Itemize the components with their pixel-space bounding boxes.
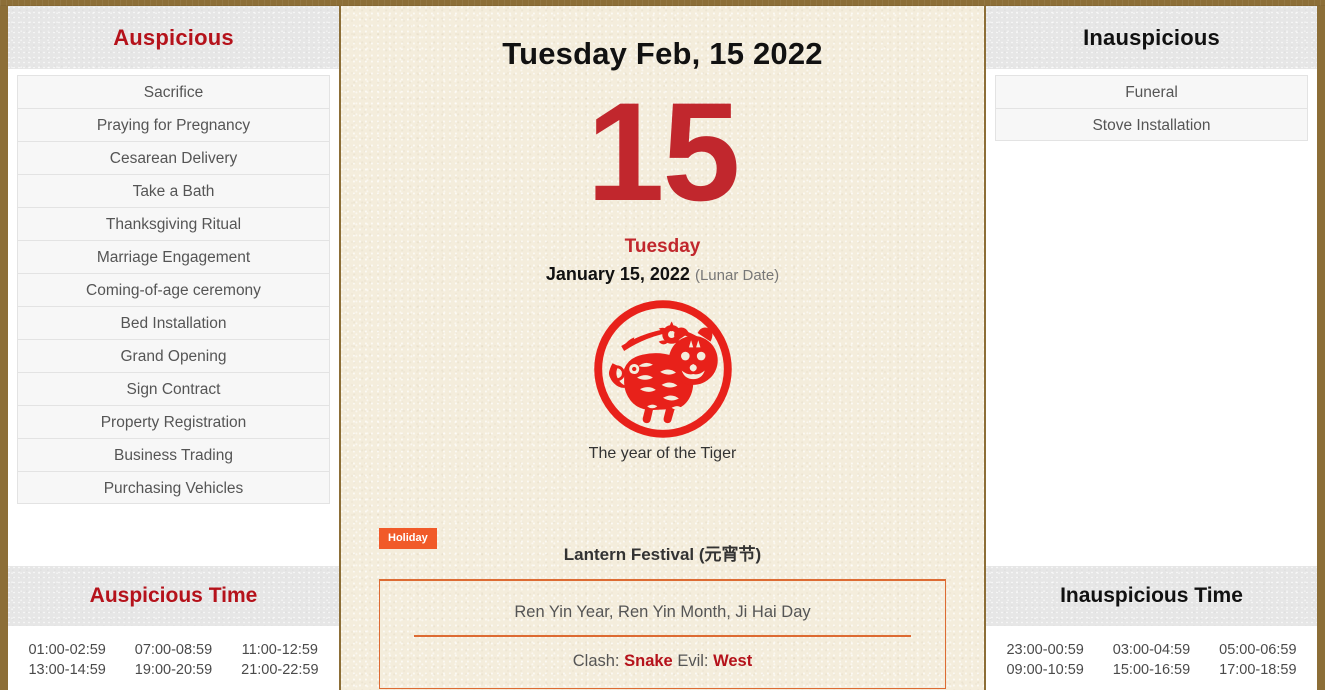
clash-value: Snake xyxy=(624,651,673,670)
time-slot: 13:00-14:59 xyxy=(28,662,106,678)
date-detail-panel: Tuesday Feb, 15 2022 15 Tuesday January … xyxy=(339,6,986,690)
list-item[interactable]: Thanksgiving Ritual xyxy=(17,207,330,240)
list-item[interactable]: Sacrifice xyxy=(17,75,330,108)
panel-spacer xyxy=(8,504,339,566)
list-item[interactable]: Coming-of-age ceremony xyxy=(17,273,330,306)
festival-header: Holiday Lantern Festival (元宵节) xyxy=(379,525,946,581)
tiger-papercut-icon xyxy=(593,300,732,438)
time-slot: 03:00-04:59 xyxy=(1112,642,1191,658)
time-slot: 15:00-16:59 xyxy=(1112,662,1191,678)
auspicious-panel: Auspicious Sacrifice Praying for Pregnan… xyxy=(0,6,339,690)
panel-spacer xyxy=(986,141,1317,566)
inauspicious-time-grid: 23:00-00:59 03:00-04:59 05:00-06:59 09:0… xyxy=(986,626,1317,690)
auspicious-header: Auspicious xyxy=(8,6,339,69)
time-slot: 07:00-08:59 xyxy=(134,642,213,658)
list-item[interactable]: Marriage Engagement xyxy=(17,240,330,273)
list-item[interactable]: Business Trading xyxy=(17,438,330,471)
holiday-badge: Holiday xyxy=(379,528,437,549)
inauspicious-list: Funeral Stove Installation xyxy=(986,75,1317,141)
lunar-date-line: January 15, 2022 (Lunar Date) xyxy=(341,264,984,285)
weekday-label: Tuesday xyxy=(624,236,701,257)
festival-name: Lantern Festival (元宵节) xyxy=(563,544,762,564)
list-item[interactable]: Praying for Pregnancy xyxy=(17,108,330,141)
festival-body: Ren Yin Year, Ren Yin Month, Ji Hai Day … xyxy=(379,581,946,689)
zodiac-caption: The year of the Tiger xyxy=(588,445,737,462)
time-slot: 01:00-02:59 xyxy=(28,642,106,658)
lunar-date-value: January 15, 2022 xyxy=(545,264,690,284)
festival-card: Holiday Lantern Festival (元宵节) Ren Yin Y… xyxy=(379,525,946,689)
time-slot: 11:00-12:59 xyxy=(241,642,318,658)
evil-label: Evil: xyxy=(677,651,709,670)
time-slot: 23:00-00:59 xyxy=(1006,642,1084,658)
list-item[interactable]: Take a Bath xyxy=(17,174,330,207)
time-slot: 05:00-06:59 xyxy=(1219,642,1297,658)
ganzhi-text: Ren Yin Year, Ren Yin Month, Ji Hai Day xyxy=(514,602,811,621)
list-item[interactable]: Funeral xyxy=(995,75,1308,108)
list-item[interactable]: Purchasing Vehicles xyxy=(17,471,330,504)
clash-evil-line: Clash: Snake Evil: West xyxy=(573,637,752,681)
list-item[interactable]: Stove Installation xyxy=(995,108,1308,141)
inauspicious-time-header: Inauspicious Time xyxy=(986,566,1317,626)
list-item[interactable]: Sign Contract xyxy=(17,372,330,405)
lunar-date-tag: (Lunar Date) xyxy=(694,267,780,284)
zodiac-image-wrap xyxy=(341,297,984,441)
day-number: 15 xyxy=(586,73,741,230)
evil-value: West xyxy=(713,651,753,670)
auspicious-time-grid: 01:00-02:59 07:00-08:59 11:00-12:59 13:0… xyxy=(8,626,339,690)
inauspicious-panel: Inauspicious Funeral Stove Installation … xyxy=(986,6,1325,690)
time-slot: 09:00-10:59 xyxy=(1006,662,1084,678)
list-item[interactable]: Grand Opening xyxy=(17,339,330,372)
time-slot: 17:00-18:59 xyxy=(1219,662,1297,678)
page-title: Tuesday Feb, 15 2022 xyxy=(502,36,823,71)
time-slot: 19:00-20:59 xyxy=(134,662,213,678)
inauspicious-header: Inauspicious xyxy=(986,6,1317,69)
auspicious-time-header: Auspicious Time xyxy=(8,566,339,626)
clash-label: Clash: xyxy=(572,651,620,670)
time-slot: 21:00-22:59 xyxy=(241,662,319,678)
auspicious-list: Sacrifice Praying for Pregnancy Cesarean… xyxy=(8,75,339,504)
list-item[interactable]: Property Registration xyxy=(17,405,330,438)
list-item[interactable]: Bed Installation xyxy=(17,306,330,339)
list-item[interactable]: Cesarean Delivery xyxy=(17,141,330,174)
calendar-page: Auspicious Sacrifice Praying for Pregnan… xyxy=(0,0,1325,690)
